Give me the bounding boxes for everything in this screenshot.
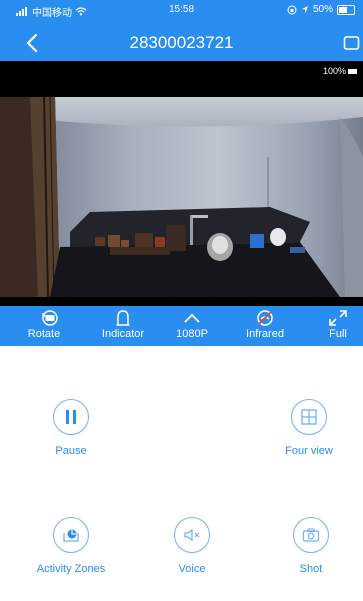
chevron-up-icon	[184, 313, 200, 323]
pause-button[interactable]: Pause	[26, 399, 116, 457]
speaker-muted-icon	[184, 528, 200, 542]
pause-button-ring	[53, 399, 89, 435]
location-arrow-icon	[301, 6, 308, 13]
indicator-icon	[116, 310, 130, 326]
video-feed[interactable]: 100%	[0, 61, 363, 306]
camera-icon	[302, 528, 320, 542]
voice-label: Voice	[178, 563, 206, 575]
video-battery: 100%	[323, 66, 357, 76]
toolbar-resolution[interactable]: 1080P	[172, 306, 212, 346]
video-battery-percent: 100%	[322, 66, 346, 76]
battery-icon	[337, 4, 355, 15]
orientation-lock-icon	[287, 5, 297, 14]
toolbar-label: Full	[329, 328, 347, 340]
voice-button[interactable]: Voice	[147, 517, 237, 575]
grid-icon	[301, 409, 317, 425]
activity-zones-button[interactable]: Activity Zones	[26, 517, 116, 575]
video-battery-icon	[348, 68, 357, 74]
expand-icon	[329, 310, 347, 326]
shot-label: Shot	[299, 563, 323, 575]
activity-zones-button-ring	[53, 517, 89, 553]
activity-zones-icon	[63, 529, 79, 542]
status-bar: 中国移动 15:58 50%	[0, 0, 363, 20]
four-view-label: Four view	[285, 445, 333, 457]
settings-icon[interactable]	[343, 35, 361, 51]
toolbar-label: Infrared	[246, 328, 284, 340]
shot-button-ring	[293, 517, 329, 553]
status-right: 50%	[287, 4, 355, 15]
pause-label: Pause	[55, 445, 87, 457]
toolbar-indicator[interactable]: Indicator	[96, 306, 150, 346]
voice-button-ring	[174, 517, 210, 553]
toolbar-infrared[interactable]: Infrared	[240, 306, 290, 346]
toolbar-label: Rotate	[27, 328, 61, 340]
camera-scene-image	[0, 97, 363, 297]
toolbar-rotate[interactable]: Rotate	[28, 306, 72, 346]
nav-bar: 28300023721	[0, 28, 363, 58]
shot-button[interactable]: Shot	[266, 517, 356, 575]
video-toolbar: Rotate Indicator 1080P Infrared Full	[0, 306, 363, 346]
toolbar-label: 1080P	[176, 328, 208, 340]
four-view-button[interactable]: Four view	[264, 399, 354, 457]
page-title: 28300023721	[129, 33, 234, 52]
pause-icon	[66, 410, 76, 424]
app-header: 中国移动 15:58 50% 28300023721	[0, 0, 363, 61]
activity-zones-label: Activity Zones	[36, 563, 106, 575]
toolbar-label: Indicator	[101, 328, 145, 340]
rotate-icon	[42, 310, 58, 326]
infrared-off-icon	[257, 310, 273, 326]
toolbar-full[interactable]: Full	[318, 306, 358, 346]
four-view-button-ring	[291, 399, 327, 435]
battery-percent: 50%	[312, 4, 333, 15]
